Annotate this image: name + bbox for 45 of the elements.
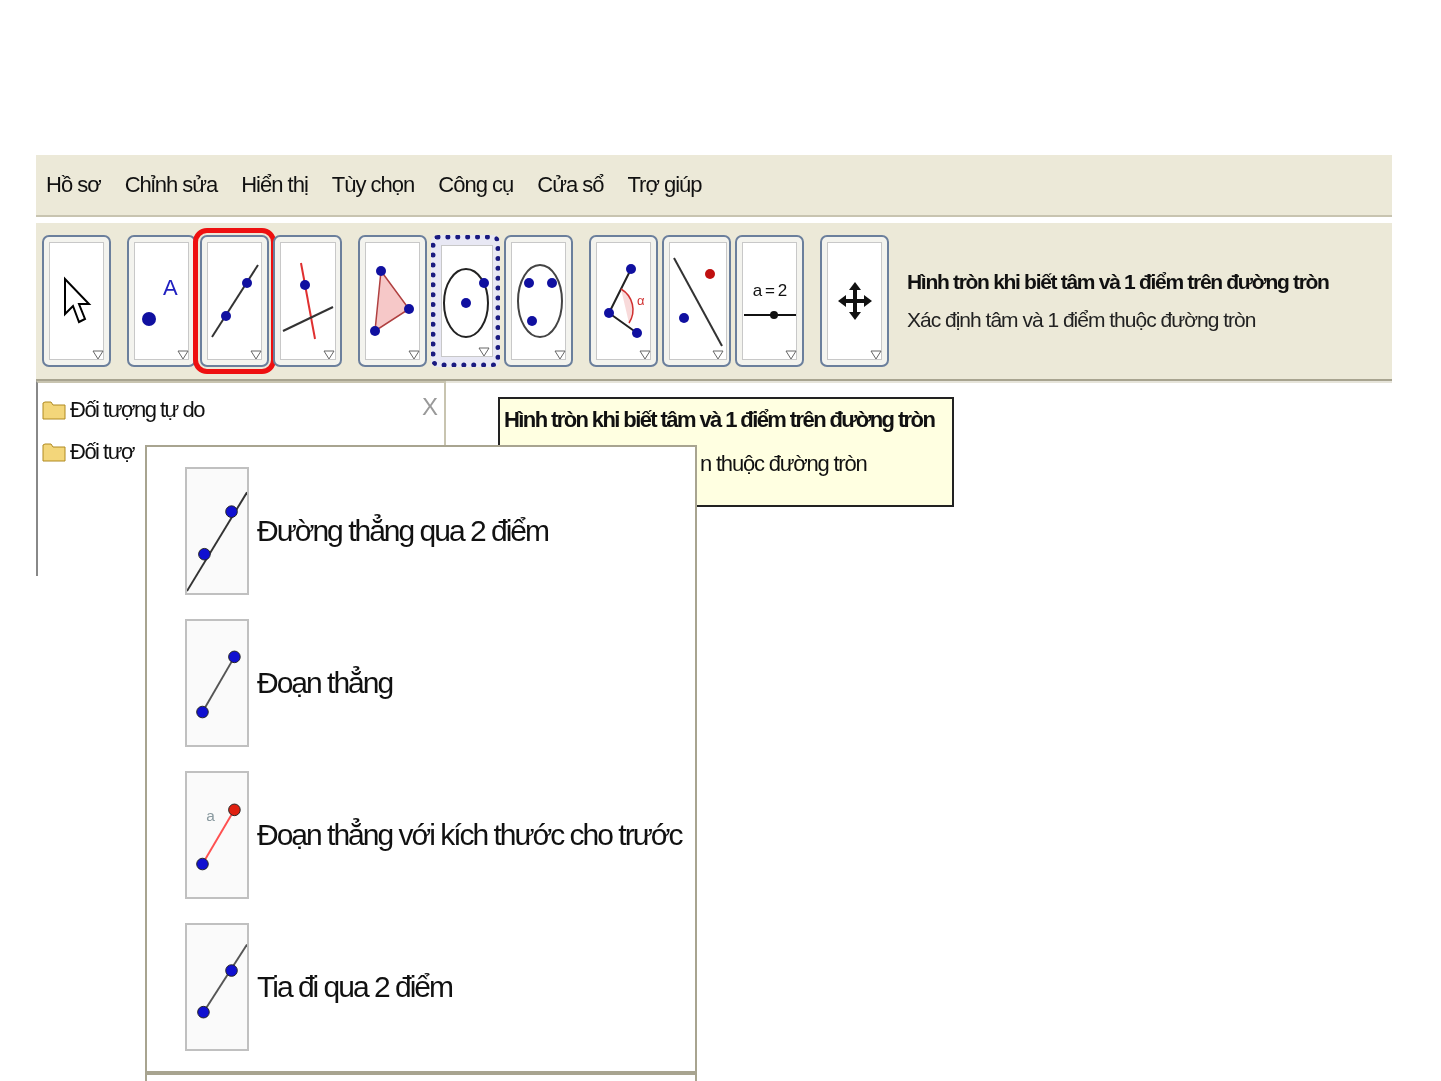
menu-item[interactable]: Tia đi qua 2 điểm — [257, 970, 452, 1004]
tool-button[interactable] — [431, 235, 500, 367]
dropdown-triangle-icon — [408, 350, 420, 360]
perpendicular-line-icon — [281, 261, 335, 341]
tool-button[interactable] — [820, 235, 889, 367]
dropdown-triangle-icon — [712, 350, 724, 360]
dropdown-triangle-icon — [478, 347, 490, 357]
menu-item[interactable]: Đoạn thẳng với kích thước cho trước — [257, 818, 682, 852]
menu-item[interactable]: Công cụ — [438, 172, 514, 198]
dropdown-triangle-icon — [554, 350, 566, 360]
dropdown-triangle-icon — [323, 350, 335, 360]
menu-item[interactable]: Đường thẳng qua 2 điểm — [257, 514, 548, 548]
move-arrows-icon — [836, 281, 873, 321]
tool-title: Hình tròn khi biết tâm và 1 điểm trên đường tròn — [907, 270, 1329, 294]
menu-item[interactable]: Hồ sơ — [46, 172, 101, 198]
menu-item[interactable]: Cửa sổ — [537, 172, 604, 198]
tool-button[interactable]: A — [127, 235, 196, 367]
segment-icon: a — [185, 771, 249, 899]
dropdown-triangle-icon — [785, 350, 797, 360]
tool-button[interactable]: α — [589, 235, 658, 367]
folder-icon — [42, 441, 66, 463]
menu-item[interactable]: Chỉnh sửa — [124, 172, 218, 198]
cursor-icon — [61, 276, 92, 326]
menu-item[interactable]: Đoạn thẳng — [257, 666, 393, 700]
dropdown-triangle-icon — [177, 350, 189, 360]
dropdown-triangle-icon — [870, 350, 882, 360]
menu-item[interactable]: Tùy chọn — [331, 172, 415, 198]
tool-help-text: Xác định tâm và 1 điểm thuộc đường tròn — [907, 308, 1257, 332]
dropdown-triangle-icon — [639, 350, 651, 360]
folder-label[interactable]: Đối tượ — [70, 439, 134, 465]
tooltip-text: n thuộc đường tròn — [699, 451, 868, 477]
dropdown-triangle-icon — [92, 350, 104, 360]
menu-item[interactable]: Trợ giúp — [627, 172, 702, 198]
folder-label[interactable]: Đối tượng tự do — [70, 397, 204, 423]
tool-button[interactable] — [42, 235, 111, 367]
dropdown-triangle-icon — [250, 350, 262, 360]
folder-icon — [42, 399, 66, 421]
segment-icon — [185, 619, 249, 747]
ray-icon — [185, 923, 249, 1051]
tool-button[interactable] — [358, 235, 427, 367]
tooltip-title: Hình tròn khi biết tâm và 1 điểm trên đường tròn — [504, 407, 936, 433]
tool-button[interactable]: a = 2 — [735, 235, 804, 367]
tool-button[interactable] — [504, 235, 573, 367]
menu-item[interactable]: Hiển thị — [241, 172, 308, 198]
tool-button[interactable] — [662, 235, 731, 367]
